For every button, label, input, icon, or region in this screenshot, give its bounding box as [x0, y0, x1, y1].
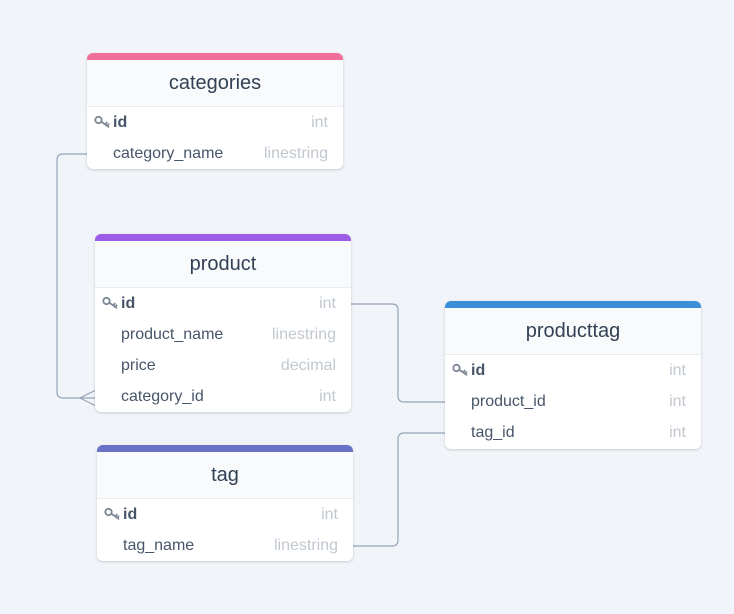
table-accent-bar	[97, 445, 353, 452]
field-name: product_id	[471, 392, 546, 410]
table-accent-bar	[445, 301, 701, 308]
field-row-id[interactable]: id int	[445, 355, 701, 386]
table-title[interactable]: categories	[87, 60, 343, 107]
field-name: id	[471, 361, 486, 379]
field-type: int	[669, 392, 686, 410]
table-title[interactable]: producttag	[445, 308, 701, 355]
field-name: category_id	[121, 387, 204, 405]
relation-categories-product	[56, 153, 96, 399]
field-name: category_name	[113, 144, 224, 162]
table-title[interactable]: tag	[97, 452, 353, 499]
field-type: linestring	[263, 144, 328, 162]
field-name: price	[121, 356, 156, 374]
field-type: int	[669, 361, 686, 379]
field-row-category-name[interactable]: category_name linestring	[87, 138, 343, 169]
key-icon	[104, 507, 120, 520]
table-accent-bar	[95, 234, 351, 241]
field-type: int	[669, 423, 686, 441]
key-icon	[452, 363, 468, 376]
table-categories[interactable]: categories id int category_name linestri…	[87, 53, 343, 169]
field-type: int	[311, 113, 328, 131]
field-name: tag_name	[123, 536, 195, 554]
field-type: int	[321, 505, 338, 523]
field-type: decimal	[280, 356, 336, 374]
relation-tag-producttag	[353, 432, 446, 547]
key-icon	[102, 296, 118, 309]
field-type: linestring	[273, 536, 338, 554]
table-product[interactable]: product id int product_name linestring p…	[95, 234, 351, 412]
field-row-id[interactable]: id int	[95, 288, 351, 319]
relation-product-producttag	[351, 303, 446, 403]
field-name: id	[123, 505, 138, 523]
field-type: linestring	[271, 325, 336, 343]
field-row-id[interactable]: id int	[87, 107, 343, 138]
field-row-id[interactable]: id int	[97, 499, 353, 530]
field-type: int	[319, 294, 336, 312]
field-name: id	[113, 113, 128, 131]
field-name: product_name	[121, 325, 224, 343]
key-icon	[94, 115, 110, 128]
field-row-tag-name[interactable]: tag_name linestring	[97, 530, 353, 561]
field-row-tag-id[interactable]: tag_id int	[445, 417, 701, 448]
field-name: id	[121, 294, 136, 312]
table-title[interactable]: product	[95, 241, 351, 288]
table-accent-bar	[87, 53, 343, 60]
field-row-category-id[interactable]: category_id int	[95, 381, 351, 412]
field-type: int	[319, 387, 336, 405]
crowfoot-many-marker	[79, 389, 97, 407]
table-producttag[interactable]: producttag id int product_id int tag_id …	[445, 301, 701, 449]
table-tag[interactable]: tag id int tag_name linestring	[97, 445, 353, 561]
field-name: tag_id	[471, 423, 515, 441]
field-row-price[interactable]: price decimal	[95, 350, 351, 381]
field-row-product-id[interactable]: product_id int	[445, 386, 701, 417]
field-row-product-name[interactable]: product_name linestring	[95, 319, 351, 350]
